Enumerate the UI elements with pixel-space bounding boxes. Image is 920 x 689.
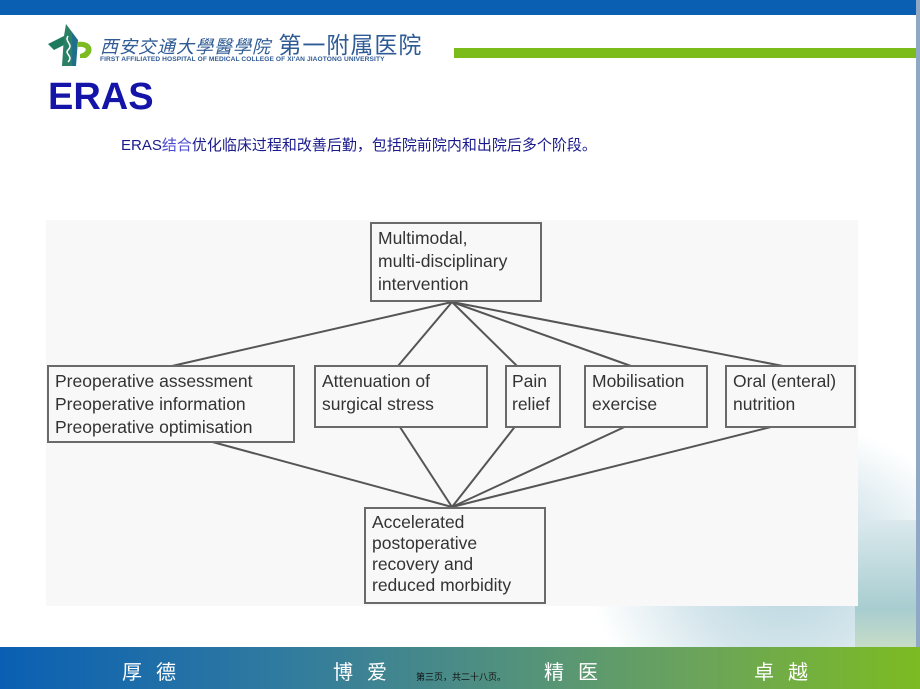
node-line: postoperative (372, 533, 478, 553)
institution-name-en: FIRST AFFILIATED HOSPITAL OF MEDICAL COL… (100, 56, 385, 63)
diagram-node-oral-nutrition: Oral (enteral) nutrition (725, 365, 856, 428)
node-line: recovery and (372, 554, 474, 574)
connector-oral-bottom (451, 423, 784, 508)
hospital-emblem-icon (44, 22, 100, 68)
node-line: Accelerated (372, 512, 465, 532)
institution-script-name: 西安交通大學醫學院 (100, 37, 271, 58)
node-line: relief (512, 394, 550, 414)
slide-title: ERAS (48, 76, 154, 118)
node-line: Mobilisation (592, 371, 685, 391)
institution-name-cn: 西安交通大學醫學院 第一附属医院 (100, 26, 422, 60)
top-banner-bar (0, 0, 916, 15)
node-line: Oral (enteral) (733, 371, 837, 391)
connector-mobil-bottom (451, 423, 632, 508)
page-number: 第三页，共二十八页。 (416, 672, 507, 682)
footer-motto-1: 厚德 (122, 662, 190, 684)
node-line: Multimodal, (378, 228, 468, 248)
eras-flow-diagram: Multimodal, multi-disciplinary intervent… (46, 220, 858, 606)
node-line: nutrition (733, 394, 796, 414)
institution-hospital-name: 第一附属医院 (278, 32, 423, 58)
diagram-node-pain-relief: Pain relief (505, 365, 561, 428)
node-line: intervention (378, 274, 469, 294)
node-line: Pain (512, 371, 548, 391)
diagram-node-accelerated-recovery: Accelerated postoperative recovery and r… (364, 507, 546, 604)
node-line: multi-disciplinary (378, 251, 508, 271)
node-line: Preoperative information (55, 394, 246, 414)
footer-motto-4: 卓越 (754, 662, 822, 684)
node-line: Attenuation of (322, 371, 430, 391)
diagram-node-intervention: Multimodal, multi-disciplinary intervent… (370, 222, 542, 302)
node-line: exercise (592, 394, 658, 414)
background-decoration-edge (855, 520, 916, 647)
subtitle-prefix: ERAS (121, 137, 162, 154)
footer-motto-2: 博爱 (333, 662, 401, 684)
right-edge-border (916, 0, 920, 689)
header-accent-rule (454, 48, 916, 58)
connector-top-oral (451, 301, 784, 367)
connector-top-pain (451, 301, 518, 367)
node-line: surgical stress (322, 394, 434, 414)
footer-motto-3: 精医 (544, 662, 612, 684)
node-line: Preoperative optimisation (55, 417, 253, 437)
subtitle-text: 优化临床过程和改善后勤，包括院前院内和出院后多个阶段。 (191, 137, 597, 154)
connector-pain-bottom (451, 423, 518, 508)
node-line: reduced morbidity (372, 575, 512, 595)
diagram-node-surgical-stress: Attenuation of surgical stress (314, 365, 488, 428)
slide-subtitle: ERAS结合优化临床过程和改善后勤，包括院前院内和出院后多个阶段。 (121, 134, 597, 155)
connector-top-mobil (451, 301, 632, 367)
node-line: Preoperative assessment (55, 371, 253, 391)
diagram-node-preoperative: Preoperative assessment Preoperative inf… (47, 365, 295, 443)
connector-top-preop (171, 301, 453, 367)
diagram-node-mobilisation: Mobilisation exercise (584, 365, 708, 428)
subtitle-highlight: 结合 (161, 137, 192, 154)
